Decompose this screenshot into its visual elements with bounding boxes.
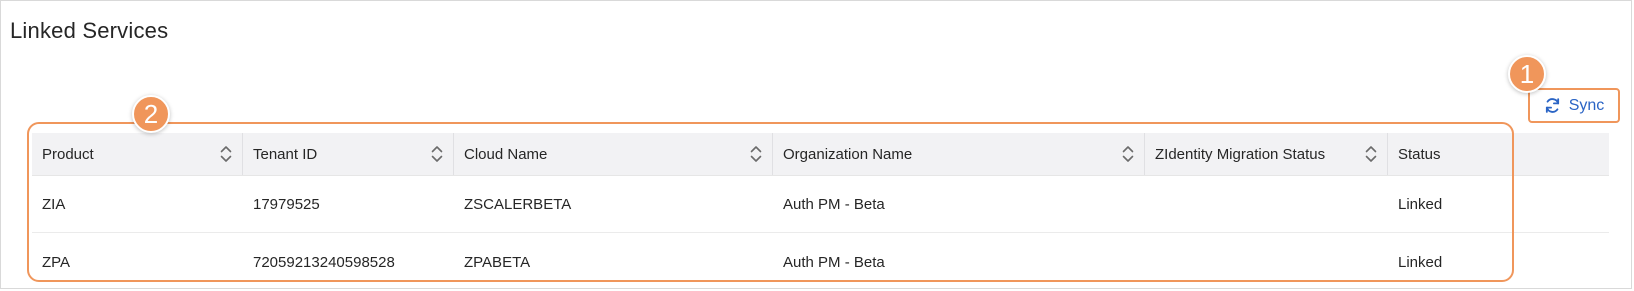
cell-product: ZPA (42, 253, 71, 271)
cell-tenant-id: 72059213240598528 (253, 253, 395, 271)
cell-organization-name: Auth PM - Beta (783, 253, 885, 271)
table-row: ZPA 72059213240598528 ZPABETA Auth PM - … (32, 233, 1609, 291)
sort-icon[interactable] (1122, 145, 1134, 163)
column-header-status: Status (1388, 133, 1609, 175)
column-header-product[interactable]: Product (32, 133, 242, 175)
column-header-label: Product (42, 145, 94, 163)
table-row: ZIA 17979525 ZSCALERBETA Auth PM - Beta … (32, 175, 1609, 233)
sort-icon[interactable] (431, 145, 443, 163)
sort-icon[interactable] (750, 145, 762, 163)
column-header-tenant-id[interactable]: Tenant ID (243, 133, 453, 175)
linked-services-table: Product Tenant ID Cloud Name Organizatio… (32, 133, 1609, 281)
column-header-label: ZIdentity Migration Status (1155, 145, 1326, 163)
cell-organization-name: Auth PM - Beta (783, 195, 885, 213)
cell-status: Linked (1398, 195, 1443, 213)
column-header-label: Tenant ID (253, 145, 318, 163)
cell-migration-status (1145, 175, 1155, 233)
column-header-organization-name[interactable]: Organization Name (773, 133, 1144, 175)
cell-status: Linked (1398, 253, 1443, 271)
cell-cloud-name: ZSCALERBETA (464, 195, 572, 213)
sort-icon[interactable] (1365, 145, 1377, 163)
column-header-label: Cloud Name (464, 145, 548, 163)
column-header-label: Organization Name (783, 145, 913, 163)
sync-label: Sync (1568, 96, 1605, 114)
refresh-icon (1545, 98, 1559, 113)
column-header-label: Status (1398, 145, 1441, 163)
table-header: Product Tenant ID Cloud Name Organizatio… (32, 133, 1609, 176)
column-header-zidentity-migration-status[interactable]: ZIdentity Migration Status (1145, 133, 1387, 175)
sync-button[interactable]: Sync (1528, 88, 1620, 123)
cell-migration-status (1145, 233, 1155, 291)
cell-tenant-id: 17979525 (253, 195, 320, 213)
page-title: Linked Services (10, 18, 169, 43)
callout-badge-1: 1 (1508, 55, 1546, 93)
sort-icon[interactable] (220, 145, 232, 163)
cell-cloud-name: ZPABETA (464, 253, 531, 271)
callout-badge-2: 2 (132, 95, 170, 133)
column-header-cloud-name[interactable]: Cloud Name (454, 133, 772, 175)
cell-product: ZIA (42, 195, 66, 213)
